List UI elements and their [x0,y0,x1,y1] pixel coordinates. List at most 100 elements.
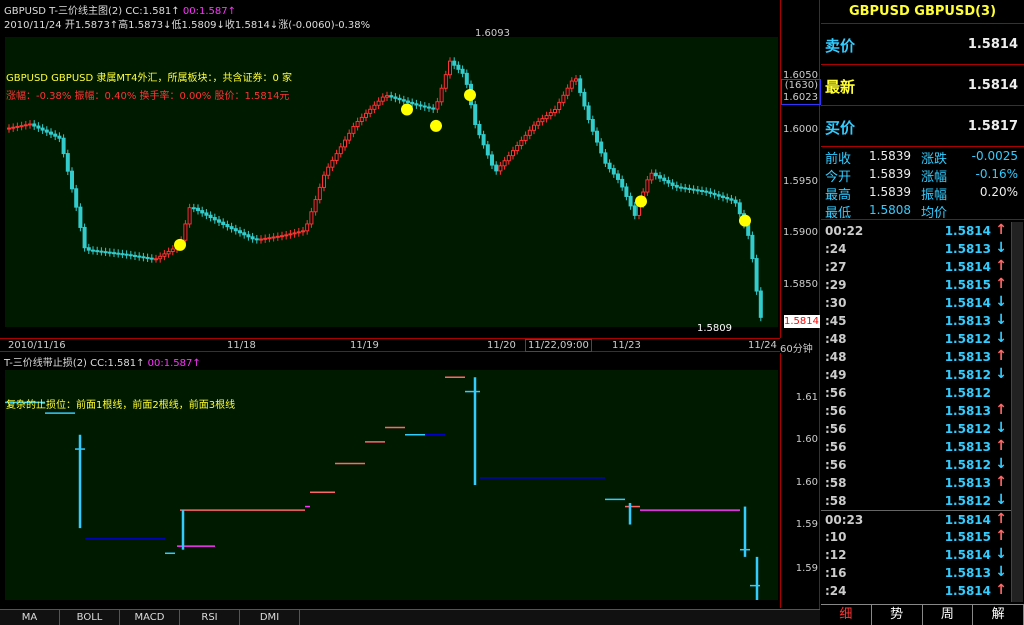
y-tick: 1.6000 [783,124,818,135]
tick-row: :48 1.5812 ↓ [821,330,1011,348]
candle-body [401,99,406,102]
candle-body [578,78,583,93]
candle-body [595,130,599,143]
smiley-marker-icon [635,195,647,208]
y-tick: 1.5950 [783,176,818,187]
sub-y-axis: 1.61 1.60 1.60 1.59 1.59 [780,353,820,608]
tab-boll[interactable]: BOLL [60,610,120,625]
candle-body [620,178,625,188]
stat-value: 1.5808 [869,203,911,217]
candle-body [557,101,562,110]
arrow-up-icon: ↑ [995,258,1007,274]
tick-time: :24 [825,242,847,256]
x-tick: 11/20 [487,340,516,351]
tab-dmi[interactable]: DMI [240,610,300,625]
candle-body [439,87,444,103]
candle-body [754,258,759,292]
tick-scrollbar[interactable] [1011,222,1023,602]
candle-body [632,205,637,216]
candle-body [263,237,268,240]
tick-row: :49 1.5812 ↓ [821,366,1011,384]
candle-body [460,68,465,74]
candle-body [120,253,125,256]
stat-label: 均价 [921,206,948,221]
candle-body [380,96,385,102]
candle-body [628,195,633,207]
candle-body [721,195,725,198]
stat-label: 振幅 [921,188,948,203]
tab-trend[interactable]: 势 [871,604,923,625]
stat-label: 最高 [825,188,852,203]
candle-body [452,60,457,66]
stats-block: 前收 1.5839 涨跌 -0.0025 今开 1.5839 涨幅 -0.16%… [821,148,1024,221]
x-tick: 2010/11/16 [8,340,66,351]
candle-body [679,186,683,189]
candle-body [305,223,310,232]
buy-row: 买价 1.5817 [821,107,1024,147]
sub-title: T-三价线带止损(2) CC:1.581↑ 00:1.587↑ [4,354,201,369]
tab-ma[interactable]: MA [0,610,60,625]
tick-time: 00:22 [825,224,864,238]
stat-value: -0.0025 [971,149,1018,163]
tick-time: :45 [825,314,847,328]
arrow-up-icon: ↑ [995,276,1007,292]
x-tick: 11/23 [612,340,641,351]
candle-body [191,207,196,210]
tick-row: 00:23 1.5814 ↑ [821,510,1011,528]
candle-body [540,118,545,123]
tick-list[interactable]: 00:22 1.5814 ↑:24 1.5813 ↓:27 1.5814 ↑:29 1.581… [821,222,1011,602]
sub-title-text: T-三价线带止损(2) CC:1.581↑ [4,358,145,369]
arrow-up-icon: ↑ [995,511,1007,527]
candle-body [485,144,490,156]
tick-price: 1.5814 [944,548,991,562]
candle-body [23,124,28,127]
arrow-down-icon: ↓ [995,420,1007,436]
candle-body [586,105,591,120]
tick-price: 1.5814 [944,260,991,274]
candle-body [368,108,373,114]
stat-label: 今开 [825,170,852,185]
tab-macd[interactable]: MACD [120,610,180,625]
candle-body [347,132,352,141]
tick-time: :49 [825,368,847,382]
tick-row: :16 1.5813 ↓ [821,564,1011,582]
candle-body [15,125,20,128]
candle-body [569,80,574,89]
y-tick: 1.5900 [783,227,818,238]
candle-body [582,91,587,107]
tab-detail[interactable]: 细 [821,604,872,625]
candle-body [200,210,205,214]
candle-body [166,250,171,255]
tab-week[interactable]: 周 [922,604,974,625]
candle-body [158,255,163,260]
tick-price: 1.5812 [944,368,991,382]
candle-body [91,249,95,252]
candle-body [296,231,301,234]
stat-label: 涨跌 [921,152,948,167]
tick-row: :24 1.5814 ↑ [821,582,1011,600]
arrow-down-icon: ↓ [995,312,1007,328]
y-tick: 1.60 [795,477,818,488]
candle-body [19,125,24,128]
candle-body [149,257,154,260]
candle-body [317,186,322,201]
y-box-price: 1.6023 [783,92,818,103]
x-tick: 11/19 [350,340,379,351]
tick-price: 1.5813 [944,404,991,418]
candle-body [254,238,259,241]
tab-explain[interactable]: 解 [973,604,1024,625]
tick-price: 1.5813 [944,242,991,256]
candle-body [515,145,520,152]
smiley-marker-icon [174,238,186,251]
tick-price: 1.5815 [944,278,991,292]
candle-body [389,95,394,98]
candle-body [116,252,121,255]
arrow-down-icon: ↓ [995,294,1007,310]
candle-body [124,253,129,256]
stat-value: 1.5839 [869,149,911,163]
candle-body [498,165,503,172]
tick-time: :10 [825,530,847,544]
tab-rsi[interactable]: RSI [180,610,240,625]
candle-body [519,139,524,147]
arrow-up-icon: ↑ [995,438,1007,454]
